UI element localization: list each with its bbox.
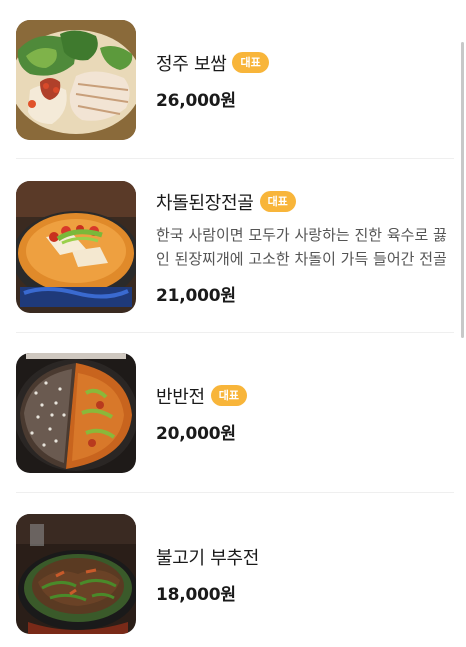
- menu-item-price: 20,000원: [156, 423, 236, 444]
- menu-item-image[interactable]: [16, 20, 136, 140]
- menu-item-image[interactable]: [16, 181, 136, 313]
- name-row: 차돌된장전골 대표: [156, 189, 454, 215]
- menu-item-name: 불고기 부추전: [156, 547, 259, 569]
- bulgogi-chive-pancake-photo-icon: [16, 514, 136, 634]
- menu-item-price: 26,000원: [156, 90, 236, 111]
- menu-item-price: 21,000원: [156, 285, 236, 306]
- menu-item-image[interactable]: [16, 353, 136, 473]
- menu-item-chadol-doenjang[interactable]: 차돌된장전골 대표 한국 사람이면 모두가 사랑하는 진한 육수로 끓인 된장찌…: [16, 181, 454, 313]
- menu-item-banban-jeon[interactable]: 반반전 대표 20,000원: [16, 353, 454, 473]
- name-row: 정주 보쌈 대표: [156, 50, 454, 76]
- menu-item-description: 한국 사람이면 모두가 사랑하는 진한 육수로 끓인 된장찌개에 고소한 차돌이…: [156, 225, 447, 268]
- bossam-photo-icon: [16, 20, 136, 140]
- menu-item-name: 차돌된장전골: [156, 192, 254, 214]
- menu-item-info: 불고기 부추전 18,000원: [156, 544, 454, 605]
- menu-item-bulgogi-buchu-jeon[interactable]: 불고기 부추전 18,000원: [16, 514, 454, 634]
- name-row: 반반전 대표: [156, 383, 454, 409]
- signature-badge: 대표: [259, 191, 296, 212]
- divider: [16, 158, 454, 159]
- name-row: 불고기 부추전: [156, 544, 454, 570]
- divider: [16, 492, 454, 493]
- doenjang-hotpot-photo-icon: [16, 181, 136, 313]
- menu-item-name: 반반전: [156, 386, 205, 408]
- menu-item-info: 반반전 대표 20,000원: [156, 383, 454, 444]
- menu-list: 정주 보쌈 대표 26,000원 차돌된장전골 대표 한국 사람이면 모두가 사…: [0, 0, 466, 647]
- menu-item-price: 18,000원: [156, 584, 236, 605]
- half-half-pancake-photo-icon: [16, 353, 136, 473]
- menu-item-name: 정주 보쌈: [156, 53, 227, 75]
- menu-item-image[interactable]: [16, 514, 136, 634]
- menu-item-info: 정주 보쌈 대표 26,000원: [156, 50, 454, 111]
- divider: [16, 332, 454, 333]
- scrollbar[interactable]: [461, 42, 464, 338]
- menu-item-bossam[interactable]: 정주 보쌈 대표 26,000원: [16, 20, 454, 140]
- signature-badge: 대표: [232, 52, 269, 73]
- menu-item-info: 차돌된장전골 대표 한국 사람이면 모두가 사랑하는 진한 육수로 끓인 된장찌…: [156, 189, 454, 306]
- signature-badge: 대표: [210, 385, 248, 406]
